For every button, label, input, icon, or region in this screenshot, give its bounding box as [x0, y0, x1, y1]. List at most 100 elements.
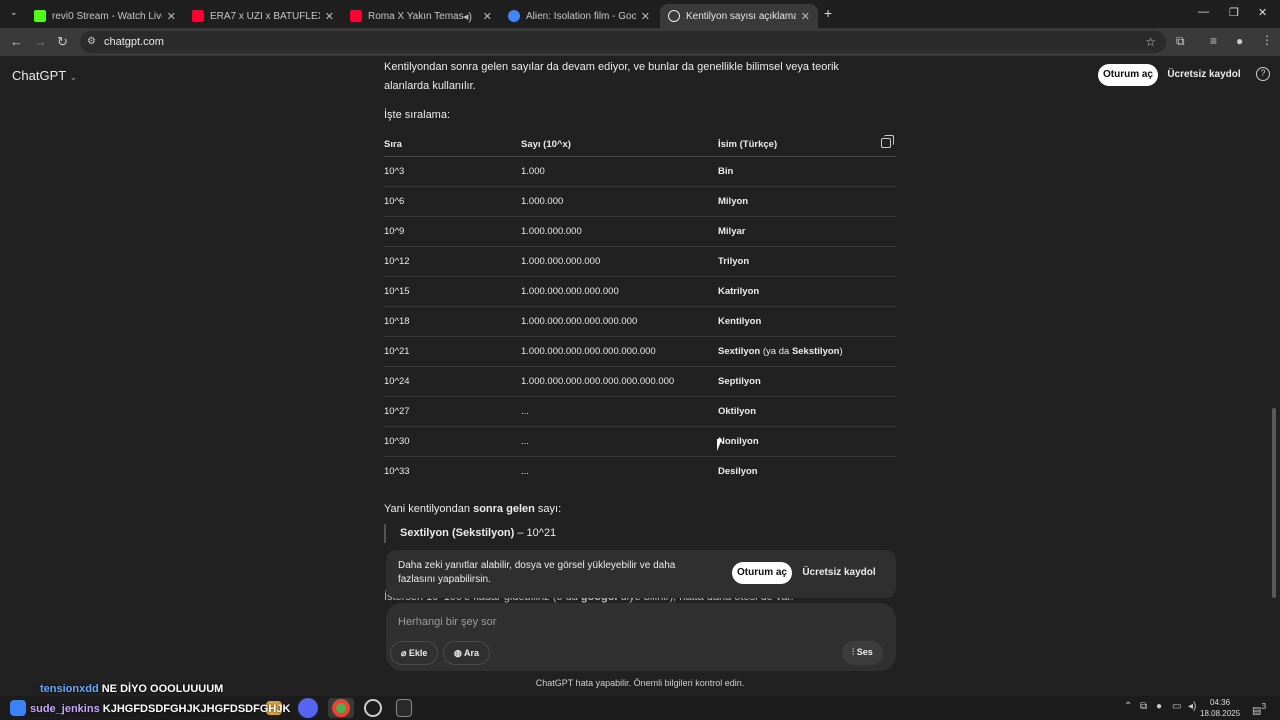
reload-icon[interactable]: ↻: [57, 34, 68, 50]
table-row: 10^3 1.000 Bin: [384, 156, 896, 187]
notification-icon[interactable]: ▤3: [1252, 701, 1266, 716]
cell-power: 10^15: [384, 276, 521, 307]
youtube-icon: [350, 10, 362, 22]
conclusion-paragraph: Yani kentilyondan sonra gelen sayı:: [384, 500, 561, 519]
start-icon[interactable]: [10, 700, 26, 716]
mouse-cursor: [717, 439, 722, 451]
close-icon[interactable]: ✕: [167, 10, 176, 23]
close-icon[interactable]: ✕: [641, 10, 650, 23]
cell-name: Desilyon: [718, 465, 758, 477]
globe-icon: ◍: [454, 648, 465, 658]
banner-signup-button[interactable]: Ücretsiz kaydol: [798, 562, 880, 584]
chat-username: tensionxdd: [40, 683, 99, 695]
cell-power: 10^9: [384, 216, 521, 247]
table-row: 10^15 1.000.000.000.000.000 Katrilyon: [384, 276, 896, 307]
cell-value: 1.000.000.000.000.000: [521, 276, 718, 307]
tab-search-icon[interactable]: ⌄: [10, 7, 18, 18]
table-row: 10^21 1.000.000.000.000.000.000.000 Sextil…: [384, 336, 896, 367]
help-icon[interactable]: ?: [1256, 67, 1270, 81]
menu-icon[interactable]: ⋮: [1261, 33, 1273, 47]
cell-name: Sextilyon (ya da Sekstilyon): [718, 336, 896, 367]
tab-1[interactable]: ERA7 x UZI x BATUFLEX x CASH ✕: [184, 4, 342, 28]
search-button[interactable]: ◍ Ara: [443, 641, 491, 665]
close-icon[interactable]: ✕: [483, 10, 492, 23]
browser-tab-bar: ⌄ revi0 Stream - Watch Live on K ✕ ERA7 …: [0, 0, 1280, 28]
list-intro: İşte sıralama:: [384, 109, 451, 121]
cell-value: 1.000.000.000.000.000.000.000.000: [521, 366, 718, 397]
login-button[interactable]: Oturum aç: [1098, 64, 1158, 86]
media-control-icon[interactable]: ≡: [1210, 34, 1217, 48]
cell-value: 1.000.000.000: [521, 216, 718, 247]
mute-icon[interactable]: ◂): [463, 10, 472, 23]
cell-value: 1.000.000.000.000.000.000.000: [521, 336, 718, 367]
cell-name: Oktilyon: [718, 396, 896, 427]
volume-icon[interactable]: ◂): [1188, 701, 1196, 712]
chat-username: sude_jenkins: [30, 703, 100, 715]
epic-games-icon[interactable]: [396, 699, 412, 717]
bookmark-star-icon[interactable]: ☆: [1145, 31, 1156, 53]
tab-title: Kentilyon sayısı açıklaması: [686, 10, 796, 22]
voice-button[interactable]: ⫶ Ses: [842, 641, 883, 665]
tab-3[interactable]: Alien: Isolation film - Google'da ✕: [500, 4, 658, 28]
new-tab-button[interactable]: +: [824, 5, 832, 21]
chrome-taskbar-button[interactable]: [328, 698, 354, 718]
tab-2[interactable]: Roma X Yakın Temas - Remi ◂) ✕: [342, 4, 500, 28]
network-icon[interactable]: ▭: [1172, 701, 1181, 712]
cell-value: 1.000.000: [521, 186, 718, 217]
site-info-icon[interactable]: ⚙: [87, 31, 96, 53]
window-close-button[interactable]: ✕: [1258, 6, 1267, 19]
quote-rest: – 10^21: [514, 527, 557, 539]
youtube-icon: [192, 10, 204, 22]
column-header: İsim (Türkçe): [718, 134, 896, 157]
cell-power: 10^24: [384, 366, 521, 397]
close-icon[interactable]: ✕: [801, 10, 810, 23]
cell-name: Septilyon: [718, 366, 896, 397]
text-run: sayı:: [534, 503, 562, 515]
table-row: 10^12 1.000.000.000.000 Trilyon: [384, 246, 896, 277]
cell-value: 1.000.000.000.000: [521, 246, 718, 277]
restore-button[interactable]: ❐: [1229, 6, 1239, 19]
tray-app-icon[interactable]: ⧉: [1140, 701, 1147, 712]
forward-icon[interactable]: →: [34, 34, 47, 49]
google-icon: [508, 10, 520, 22]
tray-chevron-icon[interactable]: ⌃: [1124, 701, 1132, 712]
clock-date: 18.08.2025: [1200, 709, 1241, 718]
profile-icon[interactable]: ●: [1236, 34, 1243, 48]
clock[interactable]: 04:36 18.08.2025: [1200, 697, 1240, 719]
back-icon[interactable]: ←: [10, 34, 23, 49]
voice-label: Ses: [856, 647, 873, 657]
tab-4-active[interactable]: Kentilyon sayısı açıklaması ✕: [660, 4, 818, 28]
address-bar-row: ← → ↻ ⚙ chatgpt.com ☆ ⧉ ≡ ● ⋮: [0, 28, 1280, 56]
cell-name: Bin: [718, 156, 896, 187]
prompt-input[interactable]: [398, 613, 878, 631]
discord-icon[interactable]: [298, 698, 318, 718]
cell-power: 10^6: [384, 186, 521, 217]
attach-label: Ekle: [408, 648, 428, 658]
name-primary: Sextilyon: [718, 345, 761, 357]
signup-button[interactable]: Ücretsiz kaydol: [1166, 64, 1242, 86]
attach-button[interactable]: ⌀ Ekle: [390, 641, 439, 665]
banner-login-button[interactable]: Oturum aç: [732, 562, 792, 584]
intro-paragraph: Kentilyondan sonra gelen sayılar da deva…: [384, 61, 839, 92]
column-header: Sıra: [384, 134, 521, 157]
cell-power: 10^21: [384, 336, 521, 367]
cell-power: 10^18: [384, 306, 521, 337]
scrollbar-thumb[interactable]: [1272, 408, 1276, 598]
text-run: Yani kentilyondan: [384, 503, 474, 515]
model-selector[interactable]: ChatGPT ⌄: [12, 68, 77, 83]
url-field[interactable]: ⚙ chatgpt.com ☆: [80, 31, 1166, 53]
paperclip-icon: ⌀: [401, 648, 409, 658]
minimize-button[interactable]: —: [1198, 6, 1209, 18]
cell-value: ...: [521, 396, 718, 427]
cell-power: 10^33: [384, 465, 410, 477]
steam-icon[interactable]: [364, 699, 382, 717]
close-icon[interactable]: ✕: [325, 10, 334, 23]
extensions-icon[interactable]: ⧉: [1176, 34, 1185, 49]
cell-name: Trilyon: [718, 246, 896, 277]
brand-label: ChatGPT: [12, 68, 66, 83]
chatgpt-page: ChatGPT ⌄ Oturum aç Ücretsiz kaydol ? Ke…: [0, 56, 1280, 696]
chatgpt-icon: [668, 10, 680, 22]
quote-bold: Sextilyon (Sekstilyon): [400, 527, 515, 539]
microphone-icon[interactable]: ●: [1156, 701, 1162, 712]
tab-0[interactable]: revi0 Stream - Watch Live on K ✕: [26, 4, 184, 28]
